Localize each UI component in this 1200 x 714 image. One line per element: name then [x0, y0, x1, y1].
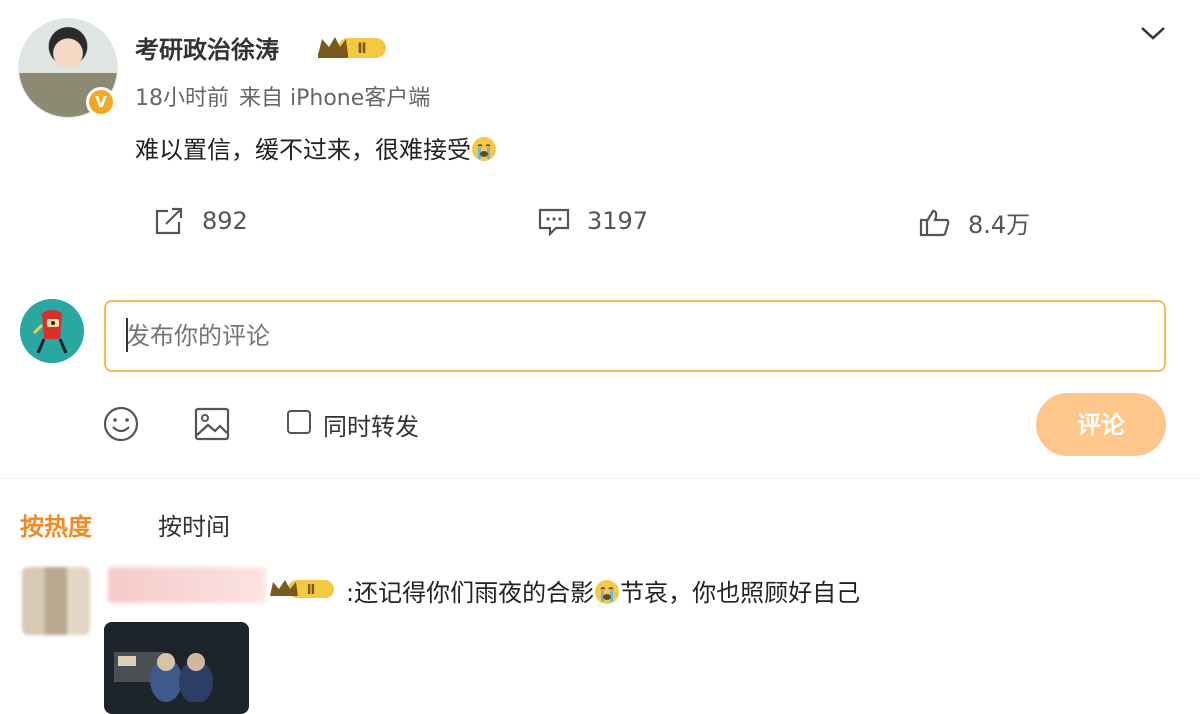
- post-text: 难以置信，缓不过来，很难接受: [135, 130, 497, 165]
- repost-button[interactable]: 892: [152, 205, 248, 237]
- my-avatar[interactable]: [20, 299, 84, 363]
- comment-icon: [538, 208, 570, 237]
- thumbs-up-icon: [919, 209, 950, 236]
- comment-text-part2: 节哀，你也照顾好自己: [620, 579, 861, 607]
- also-repost-label[interactable]: 同时转发: [323, 407, 419, 442]
- commenter-vip-badge[interactable]: Ⅱ: [268, 577, 336, 605]
- like-count: 8.4万: [968, 211, 1031, 239]
- crying-face-icon: [472, 137, 496, 161]
- sort-by-time-tab[interactable]: 按时间: [158, 507, 230, 542]
- repost-count: 892: [202, 207, 248, 235]
- post-text-content: 难以置信，缓不过来，很难接受: [135, 136, 471, 164]
- submit-comment-button[interactable]: 评论: [1036, 393, 1166, 456]
- vip-crown-badge[interactable]: Ⅱ: [316, 33, 388, 65]
- image-button[interactable]: [193, 405, 231, 447]
- comment-button[interactable]: 3197: [537, 205, 648, 237]
- image-icon: [194, 407, 230, 441]
- chevron-down-icon[interactable]: [1138, 22, 1168, 48]
- text-caret: [126, 318, 128, 352]
- post-meta: 18小时前 来自 iPhone客户端: [135, 80, 430, 112]
- comment-count: 3197: [587, 207, 649, 235]
- post-time: 18小时前: [135, 86, 229, 111]
- commenter-vip-level: Ⅱ: [307, 583, 316, 598]
- commenter-name-blurred[interactable]: [108, 567, 266, 603]
- emoji-button[interactable]: [102, 405, 140, 447]
- divider: [0, 478, 1200, 479]
- author-name[interactable]: 考研政治徐涛: [135, 30, 279, 65]
- smiley-icon: [103, 406, 139, 442]
- sort-by-hot-tab[interactable]: 按热度: [20, 507, 92, 542]
- repost-icon: [155, 207, 183, 235]
- comment-input[interactable]: [104, 300, 1166, 372]
- comment-text-part1: :还记得你们雨夜的合影: [346, 579, 595, 607]
- vip-level-text: Ⅱ: [357, 41, 366, 57]
- post-source[interactable]: 来自 iPhone客户端: [239, 86, 430, 111]
- also-repost-checkbox[interactable]: [287, 410, 311, 434]
- comment-text: :还记得你们雨夜的合影 节哀，你也照顾好自己: [346, 573, 860, 608]
- verified-badge: V: [86, 87, 116, 117]
- like-button[interactable]: 8.4万: [918, 205, 1030, 240]
- comment-photo[interactable]: [104, 622, 249, 714]
- crying-face-icon: [595, 580, 620, 604]
- commenter-avatar[interactable]: [22, 567, 90, 635]
